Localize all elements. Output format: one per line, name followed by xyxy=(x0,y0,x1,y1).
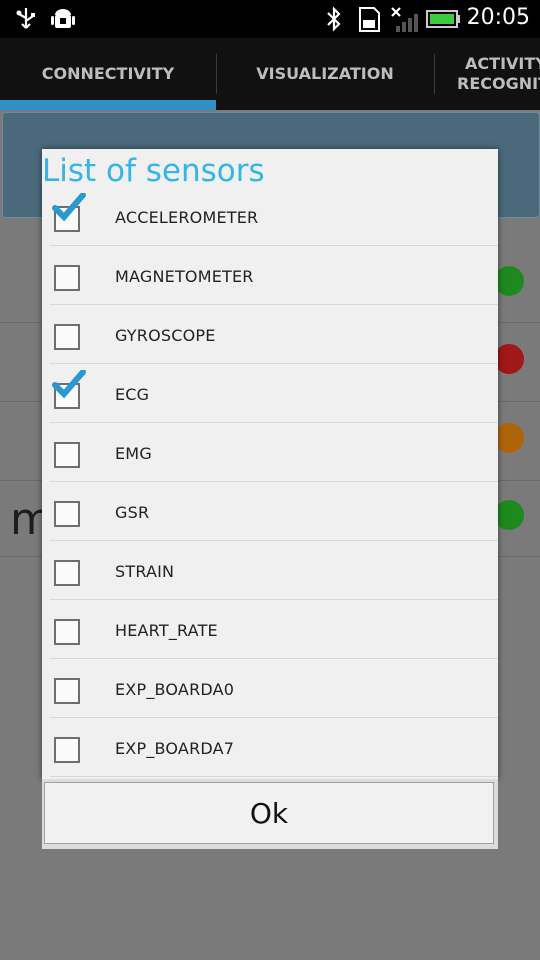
divider xyxy=(50,776,498,777)
bluetooth-icon xyxy=(327,6,341,32)
sensor-list-item[interactable]: EXP_BOARDA7 xyxy=(42,718,498,777)
sensor-list-item[interactable]: ECG xyxy=(42,364,498,423)
usb-icon xyxy=(16,8,35,29)
sensor-checkbox[interactable] xyxy=(54,560,80,586)
signal-icon xyxy=(391,7,418,32)
sensor-list-item[interactable]: GYROSCOPE xyxy=(42,305,498,364)
sensor-label: MAGNETOMETER xyxy=(115,267,254,286)
sensor-list-item[interactable]: EXP_BOARDA0 xyxy=(42,659,498,718)
checkmark-icon xyxy=(52,193,86,222)
sensor-list-item[interactable]: MAGNETOMETER xyxy=(42,246,498,305)
sensor-label: EXP_BOARDA7 xyxy=(115,739,235,758)
sd-card-icon xyxy=(359,7,380,32)
sensor-checkbox[interactable] xyxy=(54,678,80,704)
sensor-label: STRAIN xyxy=(115,562,175,581)
status-dot-icon xyxy=(494,344,524,374)
sensor-label: GYROSCOPE xyxy=(115,326,216,345)
sensor-list-item[interactable]: STRAIN xyxy=(42,541,498,600)
sensor-checkbox[interactable] xyxy=(54,737,80,763)
status-time: 20:05 xyxy=(466,5,530,30)
sensor-label: EXP_BOARDA0 xyxy=(115,680,235,699)
sensor-list-item[interactable]: HEART_RATE xyxy=(42,600,498,659)
sensor-list-dialog: List of sensors ACCELEROMETER MAGNETOMETE… xyxy=(42,149,498,779)
tab-indicator xyxy=(0,100,216,110)
battery-icon xyxy=(426,10,460,28)
tab-visualization[interactable]: VISUALIZATION xyxy=(217,38,433,110)
sensor-label: GSR xyxy=(115,503,150,522)
sensor-checkbox[interactable] xyxy=(54,265,80,291)
sensor-list-item[interactable]: GSR xyxy=(42,482,498,541)
sensor-label: ECG xyxy=(115,385,150,404)
sensor-list-item[interactable]: EMG xyxy=(42,423,498,482)
status-dot-icon xyxy=(494,266,524,296)
sensor-checkbox[interactable] xyxy=(54,442,80,468)
sensor-checkbox[interactable] xyxy=(54,324,80,350)
dialog-title: List of sensors xyxy=(42,153,265,189)
android-debug-icon xyxy=(51,9,75,28)
status-dot-icon xyxy=(494,423,524,453)
tab-activity-recognition[interactable]: ACTIVITY RECOGNITI xyxy=(435,38,540,110)
sensor-checkbox[interactable] xyxy=(54,619,80,645)
sensor-checkbox[interactable] xyxy=(54,501,80,527)
sensor-list-item[interactable]: ACCELEROMETER xyxy=(42,187,498,246)
sensor-label: EMG xyxy=(115,444,152,463)
status-dot-icon xyxy=(494,500,524,530)
checkmark-icon xyxy=(52,370,86,399)
ok-button[interactable]: Ok xyxy=(44,782,494,844)
sensor-label: ACCELEROMETER xyxy=(115,208,259,227)
sensor-label: HEART_RATE xyxy=(115,621,218,640)
dialog-button-bar: Ok xyxy=(42,779,498,849)
status-bar: 20:05 xyxy=(0,0,540,38)
